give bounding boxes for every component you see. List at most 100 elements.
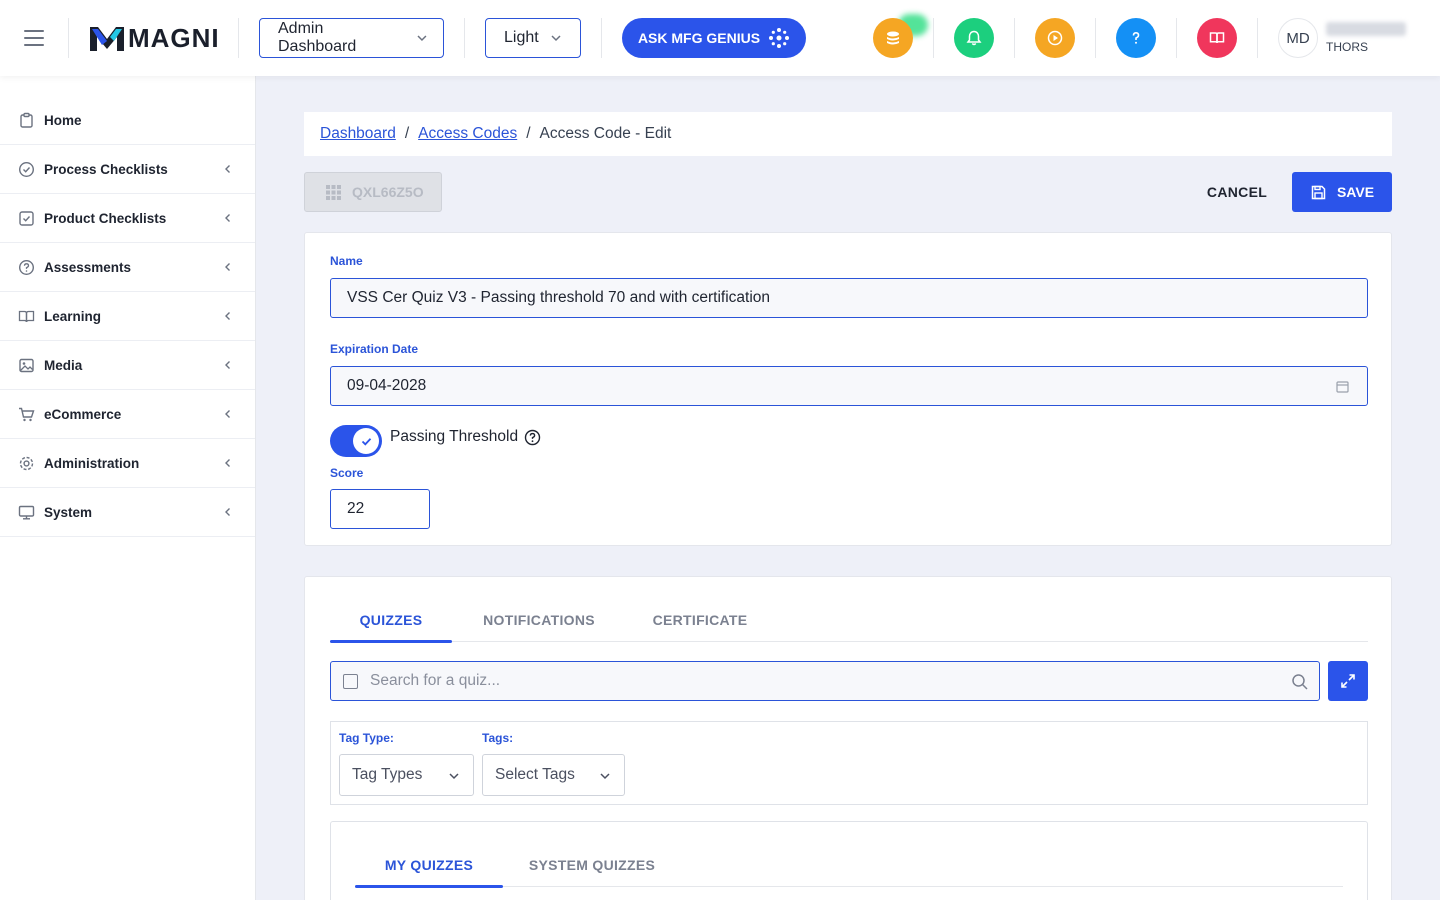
score-input[interactable]: 22 xyxy=(330,489,430,529)
breadcrumb-current: Access Code - Edit xyxy=(539,125,672,142)
book-icon xyxy=(18,310,35,322)
sidebar-item-learning[interactable]: Learning xyxy=(0,292,255,341)
notifications-button[interactable] xyxy=(954,18,994,58)
header-divider xyxy=(933,18,934,58)
sidebar-item-product-checklists[interactable]: Product Checklists xyxy=(0,194,255,243)
sidebar-item-assessments[interactable]: Assessments xyxy=(0,243,255,292)
passing-threshold-toggle[interactable] xyxy=(330,425,382,457)
magni-logo[interactable]: MAGNI xyxy=(90,22,220,54)
save-button[interactable]: SAVE xyxy=(1292,172,1392,212)
tag-type-label: Tag Type: xyxy=(339,731,394,745)
bell-icon xyxy=(966,30,982,46)
sidebar-item-home[interactable]: Home xyxy=(0,96,255,145)
tags-select[interactable]: Select Tags xyxy=(482,754,625,796)
theme-select[interactable]: Light xyxy=(485,18,581,58)
sidebar-item-ecommerce[interactable]: eCommerce xyxy=(0,390,255,439)
header-divider xyxy=(68,18,69,58)
tag-type-select[interactable]: Tag Types xyxy=(339,754,474,796)
name-input[interactable]: VSS Cer Quiz V3 - Passing threshold 70 a… xyxy=(330,278,1368,318)
header-divider xyxy=(601,18,602,58)
header-divider xyxy=(1176,18,1177,58)
chevron-left-icon xyxy=(225,459,230,467)
check-square-icon xyxy=(19,210,34,226)
sidebar: Home Process Checklists Product Checklis… xyxy=(0,76,256,900)
dashboard-select-value: Admin Dashboard xyxy=(278,20,357,55)
gear-icon xyxy=(19,456,34,470)
sidebar-item-label: Media xyxy=(44,357,83,373)
tags-value: Select Tags xyxy=(495,766,575,783)
cart-icon xyxy=(19,407,35,421)
sidebar-item-label: Product Checklists xyxy=(44,210,167,226)
expiration-date-input[interactable]: 09-04-2028 xyxy=(330,366,1368,406)
sidebar-item-system[interactable]: System xyxy=(0,488,255,537)
header-divider xyxy=(1257,18,1258,58)
sidebar-item-label: Process Checklists xyxy=(44,161,168,177)
quiz-search-input[interactable] xyxy=(370,672,1250,690)
chevron-left-icon xyxy=(225,263,230,271)
quiz-source-tabs: MY QUIZZES SYSTEM QUIZZES xyxy=(355,842,1343,888)
sidebar-item-media[interactable]: Media xyxy=(0,341,255,390)
expand-button[interactable] xyxy=(1328,661,1368,701)
name-input-value: VSS Cer Quiz V3 - Passing threshold 70 a… xyxy=(347,289,771,306)
book-button[interactable] xyxy=(1197,18,1237,58)
passing-threshold-label: Passing Threshold xyxy=(390,428,519,445)
coins-icon xyxy=(887,31,899,45)
tab-quizzes[interactable]: QUIZZES xyxy=(330,597,452,643)
chevron-left-icon xyxy=(225,214,230,222)
tab-my-quizzes[interactable]: MY QUIZZES xyxy=(355,842,503,888)
monitor-icon xyxy=(18,505,35,520)
open-book-icon xyxy=(1209,32,1225,44)
grid-dots-icon xyxy=(326,184,341,200)
help-circle-icon[interactable] xyxy=(524,429,541,446)
user-name-redacted xyxy=(1326,22,1406,36)
hamburger-menu-icon[interactable] xyxy=(24,30,44,46)
ask-mfg-genius-button[interactable]: ASK MFG GENIUS xyxy=(622,18,806,58)
calendar-icon[interactable] xyxy=(1336,380,1349,393)
score-input-value: 22 xyxy=(347,500,365,517)
breadcrumb: Dashboard / Access Codes / Access Code -… xyxy=(304,112,1392,156)
coins-button[interactable] xyxy=(873,18,913,58)
clipboard-icon xyxy=(20,112,33,128)
chevron-left-icon xyxy=(225,312,230,320)
video-tutorials-button[interactable] xyxy=(1035,18,1075,58)
tags-label: Tags: xyxy=(482,731,514,745)
main-tabs: QUIZZES NOTIFICATIONS CERTIFICATE xyxy=(330,597,1368,643)
search-icon[interactable] xyxy=(1291,673,1309,691)
tab-certificate[interactable]: CERTIFICATE xyxy=(640,597,760,642)
toggle-knob xyxy=(353,428,379,454)
help-button[interactable] xyxy=(1116,18,1156,58)
chevron-left-icon xyxy=(225,410,230,418)
magni-logo-icon xyxy=(90,27,124,51)
sidebar-item-administration[interactable]: Administration xyxy=(0,439,255,488)
image-icon xyxy=(19,358,34,372)
header-divider xyxy=(1095,18,1096,58)
quiz-search-bar xyxy=(330,661,1320,701)
sidebar-item-label: Assessments xyxy=(44,259,132,275)
sidebar-item-label: System xyxy=(44,504,93,520)
tag-type-value: Tag Types xyxy=(352,766,423,783)
play-circle-icon xyxy=(1047,30,1063,46)
user-avatar[interactable]: MD xyxy=(1278,18,1318,58)
dashboard-select[interactable]: Admin Dashboard xyxy=(259,18,444,58)
chevron-down-icon xyxy=(417,35,427,42)
quiz-list-card: MY QUIZZES SYSTEM QUIZZES xyxy=(330,821,1368,900)
tab-notifications[interactable]: NOTIFICATIONS xyxy=(470,597,608,642)
floppy-disk-icon xyxy=(1311,185,1326,199)
breadcrumb-separator: / xyxy=(526,125,531,142)
breadcrumb-access-codes-link[interactable]: Access Codes xyxy=(418,125,517,143)
breadcrumb-dashboard-link[interactable]: Dashboard xyxy=(320,125,396,143)
passing-threshold-label-group: Passing Threshold xyxy=(390,428,541,446)
sidebar-item-label: eCommerce xyxy=(44,406,122,422)
theme-select-value: Light xyxy=(504,29,539,46)
save-button-label: SAVE xyxy=(1336,184,1375,200)
cancel-button[interactable]: CANCEL xyxy=(1196,172,1278,212)
expiration-date-value: 09-04-2028 xyxy=(347,377,427,394)
sidebar-item-process-checklists[interactable]: Process Checklists xyxy=(0,145,255,194)
chevron-left-icon xyxy=(225,361,230,369)
tab-system-quizzes[interactable]: SYSTEM QUIZZES xyxy=(523,842,661,887)
sparkle-icon xyxy=(769,28,790,48)
chevron-left-icon xyxy=(225,508,230,516)
select-all-checkbox[interactable] xyxy=(343,673,358,689)
access-code-button: QXL66Z5O xyxy=(304,172,442,212)
ask-button-label: ASK MFG GENIUS xyxy=(637,30,761,46)
